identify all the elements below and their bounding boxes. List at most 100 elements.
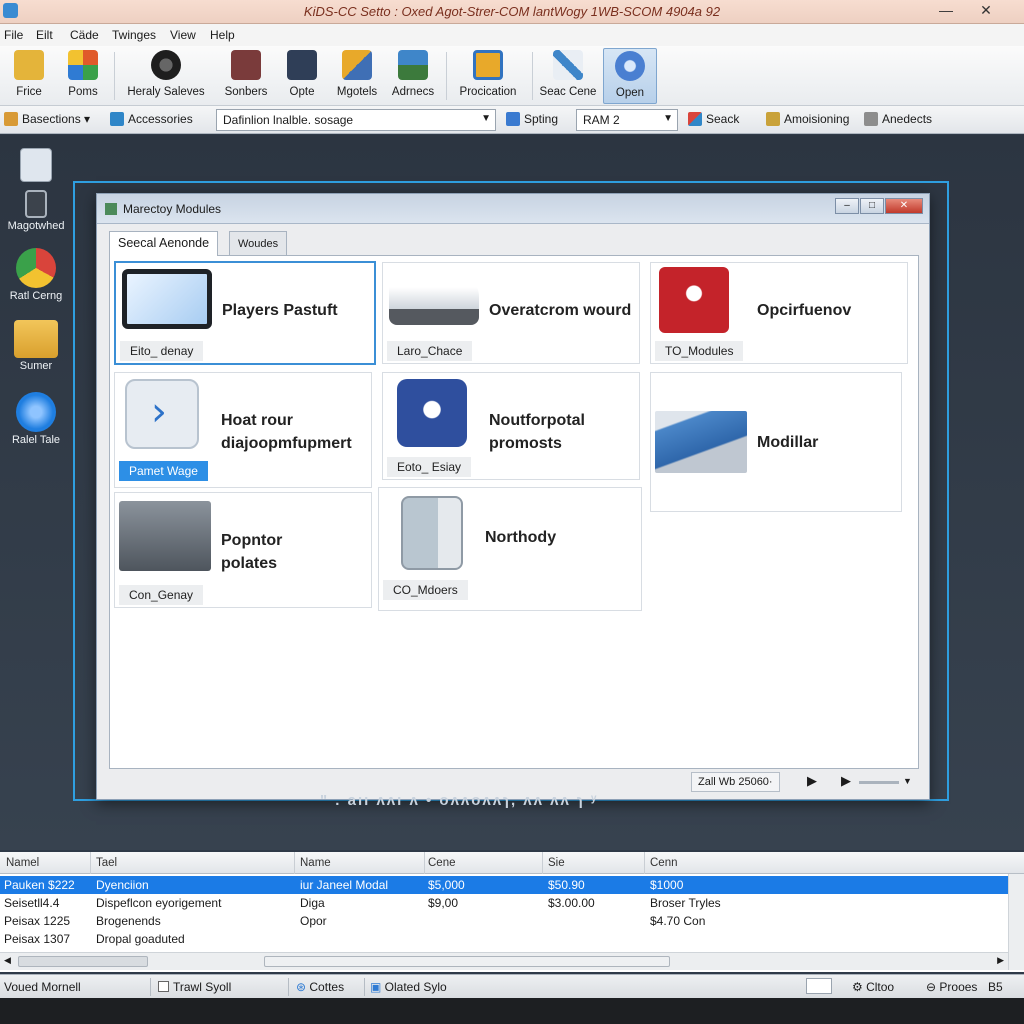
ribbon-button-heraly-saleves[interactable]: Heraly Saleves: [122, 48, 210, 104]
column-header-namel[interactable]: Namel: [6, 857, 39, 869]
dialog-window-buttons: – □ ✕: [834, 197, 923, 215]
table-row[interactable]: Pauken $222 Dyenciion iur Janeel Modal $…: [0, 876, 1008, 894]
amoisioning-button[interactable]: Amoisioning: [766, 112, 849, 126]
table-row[interactable]: Seisetll4.4 Dispeflcon eyorigement Diga …: [0, 894, 1008, 912]
ribbon-label: Poms: [68, 86, 98, 98]
trawl-label: Trawl Syoll: [173, 980, 232, 994]
column-header-name[interactable]: Name: [300, 857, 331, 869]
amoisioning-label: Amoisioning: [784, 112, 850, 126]
cell-cene: $5,000: [428, 878, 465, 892]
module-sublabel: Eito_ denay: [120, 341, 204, 361]
menu-code[interactable]: Cäde: [70, 28, 99, 42]
column-header-cene[interactable]: Cene: [428, 857, 456, 869]
status-input[interactable]: [806, 978, 832, 994]
tab-woudes[interactable]: Woudes: [229, 231, 288, 255]
module-name: Northody: [485, 529, 557, 546]
scrollbar-thumb[interactable]: [18, 956, 148, 967]
menu-edit[interactable]: Eilt: [36, 28, 53, 42]
column-divider[interactable]: [542, 852, 543, 874]
scroll-left-icon[interactable]: ◀: [4, 955, 11, 966]
cell-tael: Brogenends: [96, 914, 161, 928]
desktop-icon-ralel-tale[interactable]: Ralel Tale: [6, 392, 66, 446]
module-name: Hoat rour diajoopmfupmert: [221, 412, 352, 452]
ribbon-separator: [446, 52, 447, 100]
folder-icon: [14, 50, 44, 80]
column-header-tael[interactable]: Tael: [96, 857, 117, 869]
cottes-button[interactable]: ⊛ Cottes: [296, 980, 344, 994]
ribbon-button-frice[interactable]: Frice: [4, 48, 54, 104]
playback-slider[interactable]: [859, 781, 899, 784]
module-card-opcirfuenov[interactable]: Opcirfuenov TO_Modules: [650, 262, 908, 364]
column-divider[interactable]: [294, 852, 295, 874]
path-combobox[interactable]: Dafinlion lnalble. sosage ▼: [216, 109, 496, 131]
cell-cenn: $4.70 Con: [650, 914, 706, 928]
ribbon-button-adrnecs[interactable]: Adrnecs: [388, 48, 438, 104]
dialog-maximize-button[interactable]: □: [860, 198, 884, 214]
desktop-icon-sumer[interactable]: Sumer: [6, 320, 66, 372]
dialog-close-button[interactable]: ✕: [885, 198, 923, 214]
secondary-toolbar: Basections ▾ Accessories Dafinlion lnalb…: [0, 106, 1024, 134]
column-divider[interactable]: [424, 852, 425, 874]
camera-icon: [231, 50, 261, 80]
scrollbar-track-segment[interactable]: [264, 956, 670, 967]
module-card-hoat-rour[interactable]: › Hoat rour diajoopmfupmert Pamet Wage: [114, 372, 372, 488]
cell-tael: Dispeflcon eyorigement: [96, 896, 222, 910]
items-list: Namel Tael Name Cene Sie Cenn Pauken $22…: [0, 852, 1024, 972]
olated-button[interactable]: ▣ Olated Sylo: [370, 980, 447, 994]
table-row[interactable]: Peisax 1307 Dropal goaduted: [0, 930, 1008, 948]
device-icon: [401, 496, 463, 570]
seack-button[interactable]: Seack: [688, 112, 739, 126]
module-card-noutforpotal[interactable]: Noutforpotal promosts Eoto_ Esiay: [382, 372, 640, 480]
ribbon-button-sonbers[interactable]: Sonbers: [218, 48, 274, 104]
spting-button[interactable]: Spting: [506, 112, 558, 126]
module-card-modillar[interactable]: Modillar: [650, 372, 902, 512]
accessories-button[interactable]: Accessories: [110, 112, 193, 126]
column-header-cenn[interactable]: Cenn: [650, 857, 678, 869]
play-next-icon[interactable]: ▶: [841, 773, 851, 789]
desktop-icon-document[interactable]: [6, 148, 66, 184]
basections-icon: [4, 112, 18, 126]
ribbon-button-procication[interactable]: Procication: [452, 48, 524, 104]
anedects-icon: [864, 112, 878, 126]
module-card-northody[interactable]: Northody CO_Mdoers: [378, 487, 642, 611]
ribbon-button-mgotels[interactable]: Mgotels: [330, 48, 384, 104]
menu-help[interactable]: Help: [210, 28, 235, 42]
chevron-down-icon[interactable]: ▼: [903, 776, 912, 786]
minimize-button[interactable]: —: [928, 0, 964, 22]
basections-button[interactable]: Basections ▾: [4, 112, 90, 126]
chevron-down-icon: ▼: [481, 113, 491, 124]
column-header-sie[interactable]: Sie: [548, 857, 565, 869]
desktop-icon-magotwhed[interactable]: Magotwhed: [6, 190, 66, 232]
spting-icon: [506, 112, 520, 126]
scroll-right-icon[interactable]: ▶: [997, 955, 1004, 966]
zoom-control[interactable]: Zall Wb 25060·: [691, 772, 780, 792]
ribbon-button-poms[interactable]: Poms: [60, 48, 106, 104]
ribbon-label: Mgotels: [336, 86, 378, 98]
ribbon-button-seac-cene[interactable]: Seac Cene: [538, 48, 598, 104]
vertical-scrollbar[interactable]: [1008, 874, 1024, 970]
cltoo-button[interactable]: ⚙ Cltoo: [852, 980, 894, 994]
anedects-button[interactable]: Anedects: [864, 112, 932, 126]
column-divider[interactable]: [90, 852, 91, 874]
prooes-button[interactable]: ⊖ Prooes: [926, 980, 977, 994]
module-sublabel: TO_Modules: [655, 341, 744, 361]
play-icon[interactable]: ▶: [807, 773, 817, 789]
close-button[interactable]: ✕: [968, 0, 1004, 22]
tab-seecal-aenonde[interactable]: Seecal Aenonde: [109, 231, 219, 256]
menu-file[interactable]: File: [4, 28, 23, 42]
module-card-popntor-polates[interactable]: Popntor polates Con_Genay: [114, 492, 372, 608]
machine-icon: [119, 501, 211, 571]
module-card-players-pastuft[interactable]: Players Pastuft Eito_ denay: [114, 261, 376, 365]
menu-view[interactable]: View: [170, 28, 196, 42]
table-row[interactable]: Peisax 1225 Brogenends Opor $4.70 Con: [0, 912, 1008, 930]
menu-twinges[interactable]: Twinges: [112, 28, 156, 42]
dialog-minimize-button[interactable]: –: [835, 198, 859, 214]
ribbon-button-open[interactable]: Open: [603, 48, 657, 104]
column-divider[interactable]: [644, 852, 645, 874]
trawl-checkbox[interactable]: Trawl Syoll: [158, 980, 231, 994]
ribbon-button-opte[interactable]: Opte: [280, 48, 324, 104]
module-card-overatcrom-wourd[interactable]: Overatcrom wourd Laro_Chace: [382, 262, 640, 364]
ram-combobox[interactable]: RAM 2 ▼: [576, 109, 678, 131]
desktop-icon-ratl-cerng[interactable]: Ratl Cerng: [6, 248, 66, 302]
horizontal-scrollbar[interactable]: ◀ ▶: [0, 952, 1008, 970]
